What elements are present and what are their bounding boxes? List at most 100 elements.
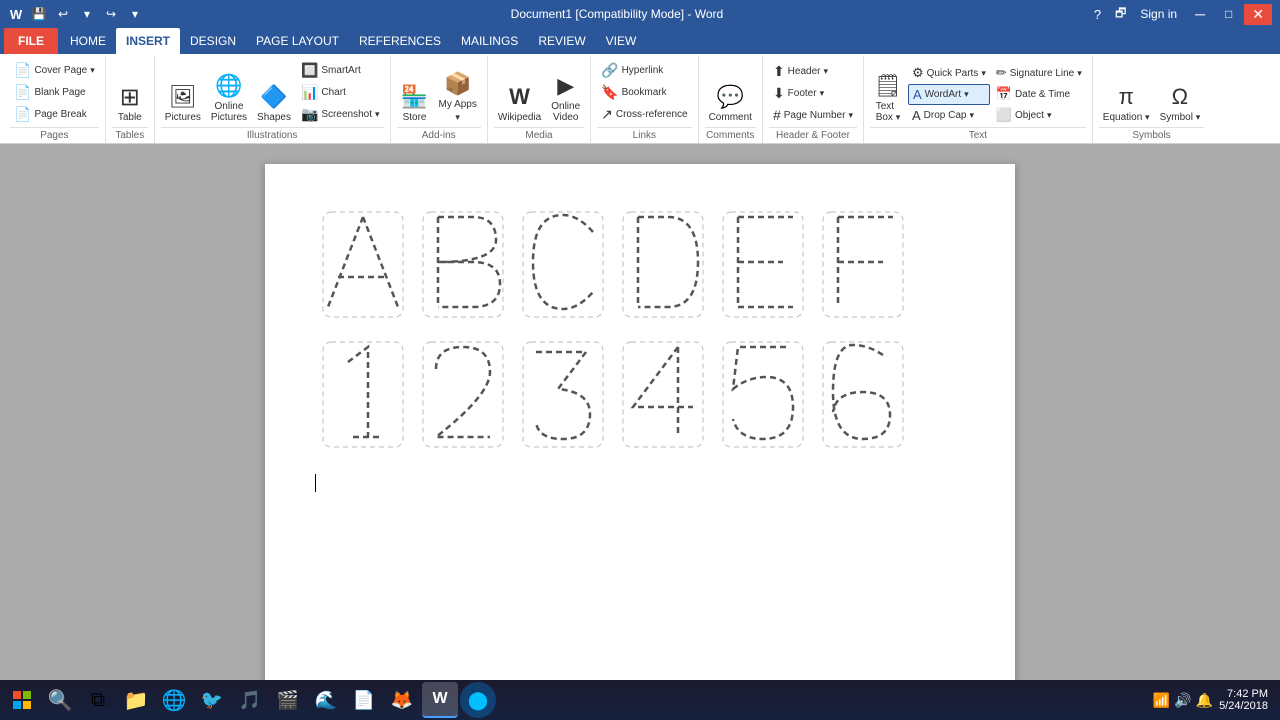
online-pictures-icon: 🌐	[215, 73, 242, 99]
tab-references[interactable]: REFERENCES	[349, 28, 451, 54]
date-time-icon: 📅	[996, 86, 1012, 102]
ribbon-tabs: FILE HOME INSERT DESIGN PAGE LAYOUT REFE…	[0, 28, 1280, 54]
camtasia-button[interactable]: ⬤	[460, 682, 496, 718]
store-button[interactable]: 🏪 Store	[397, 82, 433, 125]
blank-page-button[interactable]: 📄 Blank Page	[10, 82, 99, 103]
cross-reference-button[interactable]: ↗ Cross-reference	[597, 104, 691, 125]
redo-qat-button[interactable]: ↪	[100, 4, 122, 24]
text-box-button[interactable]: 🗒 TextBox ▾	[870, 71, 906, 125]
customize-qat-button[interactable]: ▾	[124, 4, 146, 24]
acrobat-button[interactable]: 📄	[346, 682, 382, 718]
app3-button[interactable]: 🐦	[194, 682, 230, 718]
letter-C-svg	[518, 207, 608, 322]
shapes-button[interactable]: 🔷 Shapes	[253, 82, 295, 125]
opera-button[interactable]: 🌊	[308, 682, 344, 718]
taskbar-search-button[interactable]: 🔍	[42, 682, 78, 718]
ribbon-group-illustrations: 🖼 Pictures 🌐 OnlinePictures 🔷 Shapes 🔲 S…	[155, 56, 391, 143]
tab-home[interactable]: HOME	[60, 28, 116, 54]
vlc-button[interactable]: 🎵	[232, 682, 268, 718]
pages-group-label: Pages	[10, 127, 99, 143]
restore-button[interactable]: □	[1217, 5, 1240, 23]
header-icon: ⬆	[773, 63, 785, 80]
header-button[interactable]: ⬆ Header▾	[769, 61, 857, 82]
title-left: W 💾 ↩ ▾ ↪ ▾	[8, 4, 146, 24]
chrome-button[interactable]: 🌐	[156, 682, 192, 718]
tab-mailings[interactable]: MAILINGS	[451, 28, 528, 54]
my-apps-button[interactable]: 📦 My Apps▾	[435, 69, 481, 125]
undo-dropdown-button[interactable]: ▾	[76, 4, 98, 24]
tab-view[interactable]: VIEW	[596, 28, 647, 54]
tab-file[interactable]: FILE	[4, 28, 58, 54]
file-explorer-button[interactable]: 📁	[118, 682, 154, 718]
comment-button[interactable]: 💬 Comment	[705, 82, 756, 125]
wordart-button[interactable]: A WordArt▾	[908, 84, 990, 105]
my-apps-icon: 📦	[444, 71, 471, 97]
tab-review[interactable]: REVIEW	[528, 28, 595, 54]
ribbon-group-media: W Wikipedia ▶ OnlineVideo Media	[488, 56, 591, 143]
cursor	[315, 474, 316, 492]
document-page[interactable]	[265, 164, 1015, 688]
date-time-button[interactable]: 📅 Date & Time	[992, 84, 1086, 104]
footer-button[interactable]: ⬇ Footer▾	[769, 83, 857, 104]
screenshot-button[interactable]: 📷 Screenshot▾	[297, 104, 384, 125]
close-button[interactable]: ✕	[1244, 4, 1272, 25]
network-icon[interactable]: 📶	[1153, 692, 1170, 709]
quick-parts-icon: ⚙	[912, 65, 924, 81]
text-cursor	[315, 474, 965, 492]
page-number-button[interactable]: # Page Number▾	[769, 105, 857, 125]
tab-insert[interactable]: INSERT	[116, 28, 180, 54]
volume-icon[interactable]: 🔊	[1174, 692, 1191, 709]
signature-line-icon: ✏	[996, 65, 1007, 81]
symbol-icon: Ω	[1172, 84, 1188, 110]
ribbon-group-pages: 📄 Cover Page▾ 📄 Blank Page 📄 Page Break …	[4, 56, 106, 143]
equation-button[interactable]: π Equation ▾	[1099, 82, 1154, 125]
tab-page-layout[interactable]: PAGE LAYOUT	[246, 28, 349, 54]
app-body	[0, 144, 1280, 688]
pages-col: 📄 Cover Page▾ 📄 Blank Page 📄 Page Break	[10, 60, 99, 125]
sign-in-button[interactable]: Sign in	[1134, 7, 1183, 21]
taskbar-sys-icons: 📶 🔊 🔔	[1153, 692, 1213, 709]
online-pictures-button[interactable]: 🌐 OnlinePictures	[207, 71, 251, 125]
bookmark-icon: 🔖	[601, 84, 618, 101]
minimize-button[interactable]: ─	[1187, 4, 1213, 24]
notification-icon[interactable]: 🔔	[1196, 692, 1213, 709]
tables-group-label: Tables	[112, 127, 148, 143]
pictures-button[interactable]: 🖼 Pictures	[161, 82, 205, 125]
word-taskbar-button[interactable]: W	[422, 682, 458, 718]
help-button[interactable]: ?	[1088, 5, 1107, 24]
cover-page-icon: 📄	[14, 62, 31, 79]
task-view-button[interactable]: ⧉	[80, 682, 116, 718]
ribbon-display-options-button[interactable]: 🗗	[1111, 2, 1130, 27]
trace-number-2	[415, 334, 510, 454]
smartart-button[interactable]: 🔲 SmartArt	[297, 60, 384, 81]
firefox-button[interactable]: 🦊	[384, 682, 420, 718]
object-button[interactable]: ⬜ Object▾	[992, 105, 1086, 125]
trace-number-6	[815, 334, 910, 454]
symbol-button[interactable]: Ω Symbol ▾	[1156, 82, 1205, 125]
online-video-button[interactable]: ▶ OnlineVideo	[547, 71, 584, 125]
start-button[interactable]	[4, 682, 40, 718]
taskbar-clock[interactable]: 7:42 PM 5/24/2018	[1219, 688, 1276, 712]
trace-letter-C	[515, 204, 610, 324]
ribbon: 📄 Cover Page▾ 📄 Blank Page 📄 Page Break …	[0, 54, 1280, 144]
wikipedia-button[interactable]: W Wikipedia	[494, 82, 545, 125]
filmora-button[interactable]: 🎬	[270, 682, 306, 718]
page-break-button[interactable]: 📄 Page Break	[10, 104, 99, 125]
cover-page-button[interactable]: 📄 Cover Page▾	[10, 60, 99, 81]
drop-cap-button[interactable]: A Drop Cap▾	[908, 106, 990, 125]
hyperlink-button[interactable]: 🔗 Hyperlink	[597, 60, 691, 81]
number-2-svg	[418, 337, 508, 452]
undo-qat-button[interactable]: ↩	[52, 4, 74, 24]
number-5-svg	[718, 337, 808, 452]
pages-buttons: 📄 Cover Page▾ 📄 Blank Page 📄 Page Break	[10, 58, 99, 127]
taskbar-date-display: 5/24/2018	[1219, 700, 1268, 712]
signature-line-button[interactable]: ✏ Signature Line▾	[992, 63, 1086, 83]
trace-number-3	[515, 334, 610, 454]
chart-button[interactable]: 📊 Chart	[297, 82, 384, 103]
save-qat-button[interactable]: 💾	[28, 4, 50, 24]
tab-design[interactable]: DESIGN	[180, 28, 246, 54]
table-button[interactable]: ⊞ Table	[112, 84, 148, 125]
document-area[interactable]	[0, 144, 1280, 688]
quick-parts-button[interactable]: ⚙ Quick Parts▾	[908, 63, 990, 83]
bookmark-button[interactable]: 🔖 Bookmark	[597, 82, 691, 103]
